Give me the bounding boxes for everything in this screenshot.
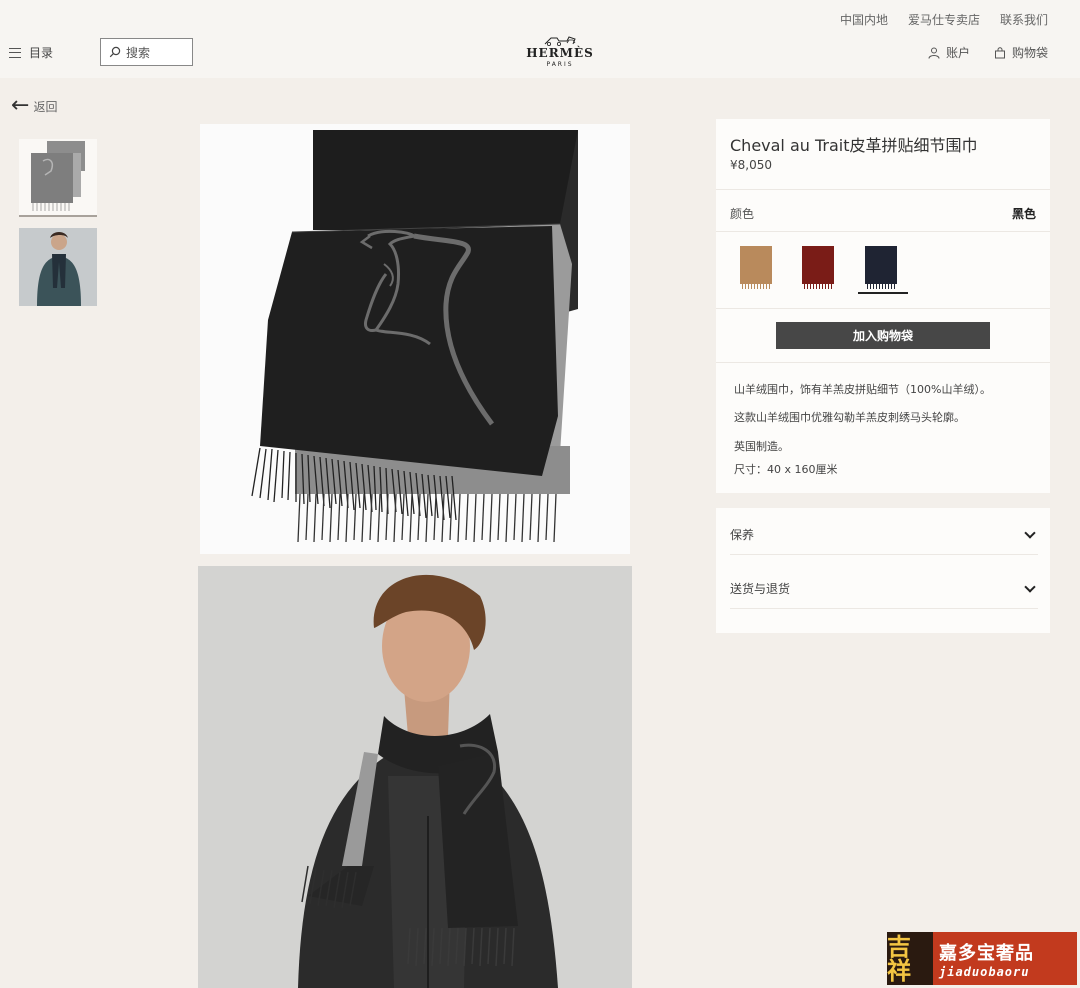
shopping-bag-button[interactable]: 购物袋 (994, 44, 1048, 61)
product-price: ¥8,050 (730, 158, 772, 172)
swatch-black-navy[interactable] (863, 246, 901, 290)
bag-icon (994, 46, 1005, 58)
thumbnail-active-indicator (19, 215, 97, 217)
swatch-burgundy[interactable] (800, 246, 838, 290)
back-arrow-icon: ← (11, 93, 30, 118)
top-links: 中国内地 爱马仕专卖店 联系我们 (840, 11, 1048, 28)
product-panel: Cheval au Trait皮革拼贴细节围巾 ¥8,050 颜色 黑色 加入购… (716, 119, 1050, 493)
account-button[interactable]: 账户 (928, 44, 970, 61)
accordion-care[interactable]: 保养 (730, 515, 1038, 555)
selected-swatch-indicator (858, 292, 908, 294)
info-accordion: 保养 送货与退货 (716, 508, 1050, 633)
site-header: 中国内地 爱马仕专卖店 联系我们 目录 搜索 HERMÈS PARIS 账户 购… (0, 0, 1080, 78)
thumbnail-model[interactable] (19, 228, 97, 306)
back-label: 返回 (33, 99, 58, 114)
account-label: 账户 (945, 46, 970, 60)
bag-label: 购物袋 (1011, 46, 1048, 60)
menu-label: 目录 (29, 46, 54, 60)
accordion-label: 送货与退货 (730, 582, 791, 596)
product-image-model[interactable] (198, 566, 632, 988)
thumbnail-scarf[interactable] (19, 139, 97, 217)
top-link-stores[interactable]: 爱马仕专卖店 (908, 11, 980, 28)
watermark-latin: jiaduobaoru (939, 964, 1030, 979)
watermark-mark: 吉祥 (887, 932, 933, 985)
search-input[interactable]: 搜索 (100, 38, 193, 66)
accordion-label: 保养 (730, 528, 755, 542)
chevron-down-icon (1024, 526, 1036, 539)
carriage-icon (520, 34, 600, 46)
logo-brand: HERMÈS (526, 46, 594, 60)
description-line: 山羊绒围巾，饰有羊羔皮拼贴细节（100%山羊绒）。 (734, 383, 991, 396)
divider (716, 189, 1050, 190)
description-line: 这款山羊绒围巾优雅勾勒羊羔皮刺绣马头轮廓。 (734, 411, 965, 424)
product-title: Cheval au Trait皮革拼贴细节围巾 (730, 136, 978, 155)
hamburger-icon (9, 47, 21, 58)
menu-button[interactable]: 目录 (9, 44, 53, 61)
top-link-region[interactable]: 中国内地 (840, 11, 888, 28)
divider (716, 362, 1050, 363)
hermes-logo[interactable]: HERMÈS PARIS (520, 34, 600, 68)
product-image-scarf[interactable] (200, 124, 630, 554)
divider (716, 231, 1050, 232)
account-actions: 账户 购物袋 (928, 44, 1048, 61)
user-icon (928, 47, 940, 59)
swatch-camel[interactable] (738, 246, 776, 290)
accordion-delivery-returns[interactable]: 送货与退货 (730, 569, 1038, 609)
add-to-bag-button[interactable]: 加入购物袋 (776, 322, 990, 349)
color-label: 颜色 (730, 207, 755, 221)
top-link-contact[interactable]: 联系我们 (1000, 11, 1048, 28)
logo-city: PARIS (546, 61, 574, 68)
search-icon (109, 46, 121, 58)
divider (716, 308, 1050, 309)
description-line: 尺寸：40 x 160厘米 (734, 463, 838, 476)
search-placeholder: 搜索 (126, 45, 151, 60)
color-value: 黑色 (1011, 207, 1036, 221)
chevron-down-icon (1024, 580, 1036, 593)
back-link[interactable]: ← 返回 (11, 95, 57, 117)
watermark-chinese: 嘉多宝奢品 (939, 942, 1034, 964)
description-line: 英国制造。 (734, 440, 789, 453)
watermark-badge: 吉祥 嘉多宝奢品 jiaduobaoru (887, 932, 1077, 985)
